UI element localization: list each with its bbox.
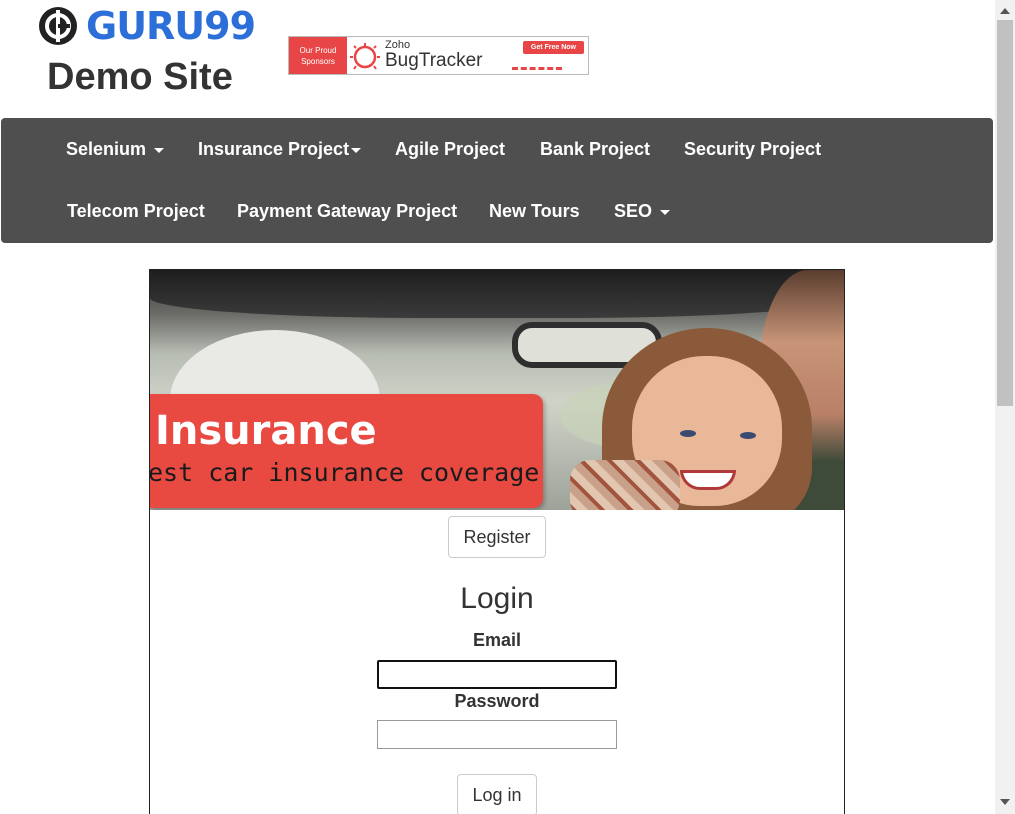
chevron-down-icon <box>351 147 362 153</box>
register-button[interactable]: Register <box>448 516 546 558</box>
logo-text: GURU99 <box>86 4 256 48</box>
login-button[interactable]: Log in <box>457 774 537 814</box>
nav-new-tours[interactable]: New Tours <box>489 200 580 222</box>
nav-agile-label: Agile Project <box>395 139 506 159</box>
nav-new-tours-label: New Tours <box>489 201 580 221</box>
login-panel: Insurance est car insurance coverage Reg… <box>149 269 845 814</box>
nav-insurance-project[interactable]: Insurance Project <box>198 138 362 160</box>
hero-car-roof <box>150 270 844 318</box>
scroll-down-icon[interactable] <box>1000 799 1010 805</box>
nav-selenium[interactable]: Selenium <box>66 138 165 160</box>
nav-insurance-label: Insurance Project <box>198 139 350 159</box>
email-input[interactable] <box>377 660 617 689</box>
nav-seo[interactable]: SEO <box>614 200 671 222</box>
ad-decoration <box>512 66 562 70</box>
scroll-up-icon[interactable] <box>1000 8 1010 14</box>
nav-bank-project[interactable]: Bank Project <box>540 138 650 160</box>
page-scrollbar[interactable] <box>995 0 1015 814</box>
email-label: Email <box>472 630 522 650</box>
password-label: Password <box>454 691 540 711</box>
chevron-down-icon <box>660 209 671 215</box>
nav-telecom-project[interactable]: Telecom Project <box>67 200 205 222</box>
scrollbar-thumb[interactable] <box>997 20 1013 406</box>
nav-seo-label: SEO <box>614 201 653 221</box>
hero-title: Insurance <box>155 408 377 454</box>
guru99-logo[interactable]: GURU99 <box>38 4 256 48</box>
main-navbar: Selenium Insurance Project Agile Project… <box>1 118 993 243</box>
nav-payment-label: Payment Gateway Project <box>237 201 458 221</box>
login-title: Login <box>460 582 534 615</box>
bug-icon <box>347 37 383 74</box>
ad-brand-large: BugTracker <box>385 50 483 71</box>
insurance-hero-image: Insurance est car insurance coverage <box>150 270 844 510</box>
nav-selenium-label: Selenium <box>66 139 147 159</box>
hero-eye <box>740 432 756 439</box>
ad-cta-button[interactable]: Get Free Now <box>522 41 584 54</box>
nav-bank-label: Bank Project <box>540 139 651 159</box>
password-input[interactable] <box>377 720 617 749</box>
hero-eye <box>680 430 696 437</box>
ad-sponsor-label: Our Proud Sponsors <box>289 37 347 74</box>
site-header: GURU99 Demo Site Our Proud Sponsors Zoho… <box>0 0 995 118</box>
hero-scarf <box>570 460 680 510</box>
ad-brand: Zoho BugTracker <box>385 37 483 74</box>
chevron-down-icon <box>154 147 165 153</box>
sponsor-ad-banner[interactable]: Our Proud Sponsors Zoho BugTracker Get F… <box>288 36 589 75</box>
hero-subtitle: est car insurance coverage <box>150 458 540 487</box>
nav-security-project[interactable]: Security Project <box>684 138 821 160</box>
nav-telecom-label: Telecom Project <box>67 201 205 221</box>
nav-agile-project[interactable]: Agile Project <box>395 138 505 160</box>
nav-security-label: Security Project <box>684 139 822 159</box>
guru99-logo-icon <box>39 7 77 45</box>
site-title: Demo Site <box>47 56 233 98</box>
nav-payment-gateway-project[interactable]: Payment Gateway Project <box>237 200 457 222</box>
